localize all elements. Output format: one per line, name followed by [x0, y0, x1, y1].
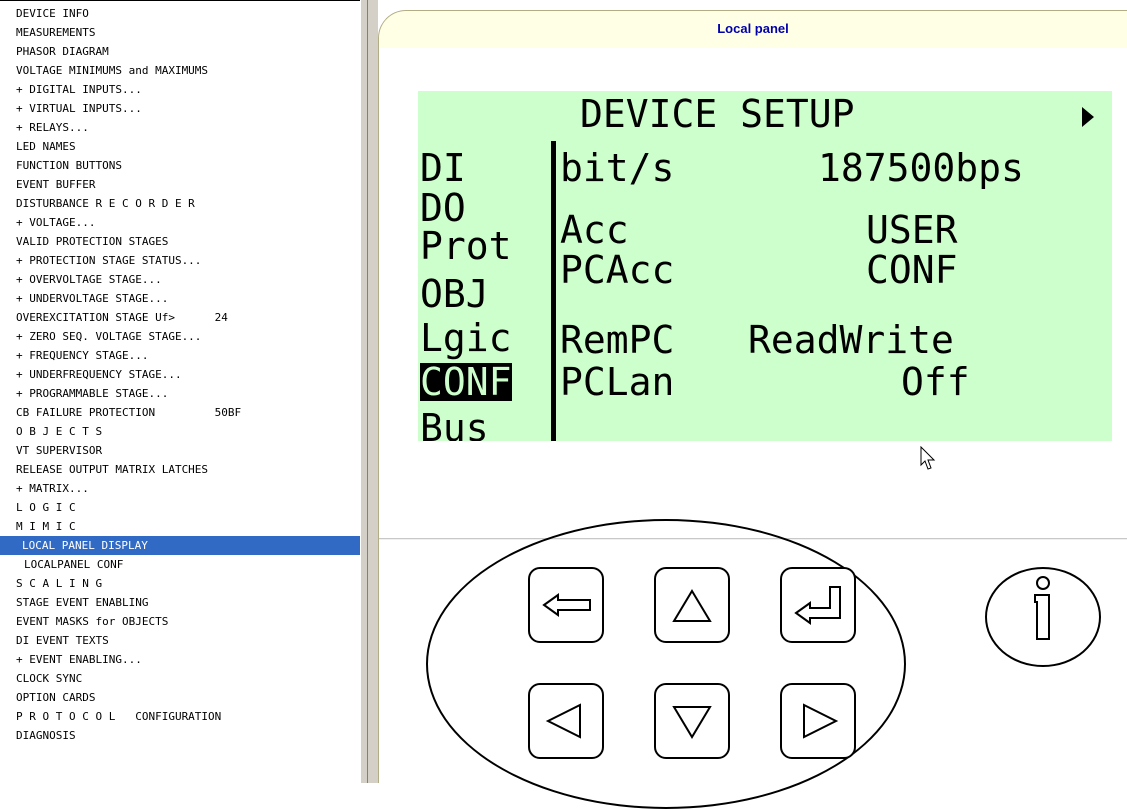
tree-item[interactable]: VT SUPERVISOR [0, 441, 360, 460]
tree-item[interactable]: DI EVENT TEXTS [0, 631, 360, 650]
tree-item[interactable]: + PROTECTION STAGE STATUS... [0, 251, 360, 270]
tree-item[interactable]: RELEASE OUTPUT MATRIX LATCHES [0, 460, 360, 479]
tree-item[interactable]: + UNDERVOLTAGE STAGE... [0, 289, 360, 308]
tree-item[interactable]: VOLTAGE MINIMUMS and MAXIMUMS [0, 61, 360, 80]
lcd-row-value: Off [901, 360, 970, 404]
lcd-row-value: ReadWrite [748, 318, 954, 362]
menu-tree-list: DEVICE INFO MEASUREMENTS PHASOR DIAGRAM VOL… [0, 1, 360, 745]
lcd-separator [551, 141, 556, 441]
next-page-arrow-icon [1082, 107, 1094, 127]
tree-item[interactable]: + EVENT ENABLING... [0, 650, 360, 669]
tree-item[interactable]: S C A L I N G [0, 574, 360, 593]
tree-item[interactable]: + FREQUENCY STAGE... [0, 346, 360, 365]
info-button[interactable] [985, 567, 1101, 667]
tree-item[interactable]: STAGE EVENT ENABLING [0, 593, 360, 612]
lcd-row-value: CONF [866, 248, 958, 292]
keypad-outline [426, 519, 906, 809]
tree-item[interactable]: P R O T O C O L CONFIGURATION [0, 707, 360, 726]
lcd-title: DEVICE SETUP [580, 92, 855, 136]
window-frame [368, 0, 378, 783]
splitter[interactable] [360, 0, 368, 783]
menu-tree: DEVICE INFO MEASUREMENTS PHASOR DIAGRAM VOL… [0, 0, 360, 783]
tree-item[interactable]: + DIGITAL INPUTS... [0, 80, 360, 99]
panel-titlebar: Local panel [378, 10, 1127, 48]
mouse-pointer-icon [920, 446, 936, 470]
tree-item[interactable]: + MATRIX... [0, 479, 360, 498]
tree-item[interactable]: M I M I C [0, 517, 360, 536]
panel-title: Local panel [717, 21, 789, 36]
back-arrow-icon [542, 593, 591, 617]
tree-item[interactable]: PHASOR DIAGRAM [0, 42, 360, 61]
lcd-menu-obj: OBJ [420, 272, 489, 316]
right-triangle-icon [803, 703, 839, 739]
tree-item[interactable]: DIAGNOSIS [0, 726, 360, 745]
lcd-row-value: USER [866, 208, 958, 252]
down-button[interactable] [654, 683, 730, 759]
tree-item[interactable]: OPTION CARDS [0, 688, 360, 707]
lcd-menu-di: DI [420, 146, 466, 190]
lcd-row-label: bit/s [560, 146, 675, 190]
tree-item[interactable]: FUNCTION BUTTONS [0, 156, 360, 175]
back-button[interactable] [528, 567, 604, 643]
up-triangle-icon [672, 589, 712, 622]
enter-arrow-icon [794, 586, 841, 625]
lcd-display: DEVICE SETUP DI DO Prot OBJ Lgic CONF Bu… [418, 91, 1112, 441]
lcd-row-value: 187500bps [818, 146, 1024, 190]
tree-item[interactable]: + OVERVOLTAGE STAGE... [0, 270, 360, 289]
lcd-row-label: RemPC [560, 318, 675, 362]
tree-item[interactable]: + VIRTUAL INPUTS... [0, 99, 360, 118]
lcd-menu-conf: CONF [420, 360, 512, 404]
info-icon [1034, 576, 1050, 640]
tree-item[interactable]: O B J E C T S [0, 422, 360, 441]
tree-item[interactable]: + RELAYS... [0, 118, 360, 137]
tree-item[interactable]: OVEREXCITATION STAGE Uf> 24 [0, 308, 360, 327]
tree-item[interactable]: LOCALPANEL CONF [0, 555, 360, 574]
right-button[interactable] [780, 683, 856, 759]
tree-item[interactable]: DISTURBANCE R E C O R D E R [0, 194, 360, 213]
down-triangle-icon [672, 706, 712, 739]
tree-item[interactable]: EVENT BUFFER [0, 175, 360, 194]
up-button[interactable] [654, 567, 730, 643]
tree-item[interactable]: LED NAMES [0, 137, 360, 156]
lcd-row-label: Acc [560, 208, 629, 252]
tree-item[interactable]: EVENT MASKS for OBJECTS [0, 612, 360, 631]
tree-item[interactable]: L O G I C [0, 498, 360, 517]
lcd-menu-lgic: Lgic [420, 316, 512, 360]
tree-item[interactable]: VALID PROTECTION STAGES [0, 232, 360, 251]
tree-item[interactable]: CLOCK SYNC [0, 669, 360, 688]
lcd-row-label: PCLan [560, 360, 675, 404]
left-button[interactable] [528, 683, 604, 759]
lcd-menu-do: DO [420, 186, 466, 230]
tree-item[interactable]: + VOLTAGE... [0, 213, 360, 232]
enter-button[interactable] [780, 567, 856, 643]
lcd-row-label: PCAcc [560, 248, 675, 292]
tree-item[interactable]: MEASUREMENTS [0, 23, 360, 42]
tree-item[interactable]: DEVICE INFO [0, 4, 360, 23]
tree-item[interactable]: CB FAILURE PROTECTION 50BF [0, 403, 360, 422]
tree-item[interactable]: + UNDERFREQUENCY STAGE... [0, 365, 360, 384]
left-triangle-icon [545, 703, 581, 739]
tree-item[interactable]: + PROGRAMMABLE STAGE... [0, 384, 360, 403]
tree-item[interactable]: LOCAL PANEL DISPLAY [0, 536, 360, 555]
lcd-menu-prot: Prot [420, 224, 512, 268]
tree-item[interactable]: + ZERO SEQ. VOLTAGE STAGE... [0, 327, 360, 346]
lcd-menu-bus: Bus [420, 406, 489, 441]
